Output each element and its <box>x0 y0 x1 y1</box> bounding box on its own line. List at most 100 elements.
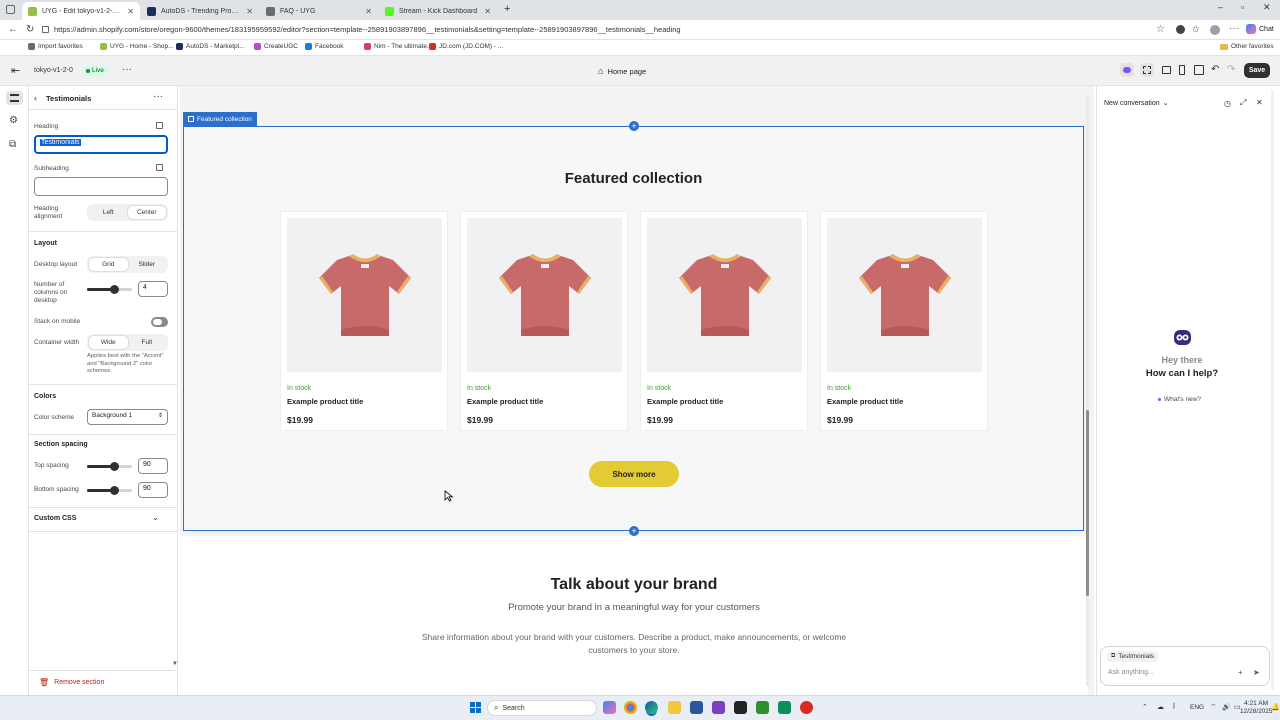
tray-cloud-icon[interactable]: ☁ <box>1157 703 1164 711</box>
close-tab-icon[interactable]: ✕ <box>365 7 372 16</box>
bottom-spacing-input[interactable]: 90 <box>138 482 168 498</box>
bookmark-item[interactable]: CreateUGC <box>254 43 298 50</box>
product-image[interactable] <box>647 218 802 372</box>
profile-avatar[interactable] <box>1210 25 1220 35</box>
terminal-app-icon[interactable] <box>734 701 747 714</box>
add-attachment-icon[interactable]: + <box>1238 668 1243 677</box>
close-tab-icon[interactable]: ✕ <box>484 7 491 16</box>
favorites-icon[interactable]: ✩ <box>1192 24 1200 35</box>
brand-section[interactable] <box>180 536 1088 695</box>
browser-tab[interactable]: UYG - Edit tokyo-v1-2-0 · Shopify ✕ <box>22 2 140 20</box>
custom-css-toggle[interactable]: Custom CSS <box>34 515 76 522</box>
bookmark-item[interactable]: JD.com (JD.COM) - ... <box>429 43 503 50</box>
language-indicator[interactable]: ENG <box>1190 704 1204 711</box>
back-arrow-icon[interactable]: ‹ <box>34 93 37 103</box>
minimize-icon[interactable]: – <box>1218 2 1223 12</box>
bookmark-item[interactable]: Import favorites <box>28 43 83 50</box>
chevron-down-icon[interactable]: ⌄ <box>152 513 159 522</box>
other-favorites[interactable]: Other favorites <box>1220 43 1274 50</box>
browser-tab[interactable]: Stream - Kick Dashboard ✕ <box>379 2 497 20</box>
mobile-preview-icon[interactable] <box>1179 65 1185 75</box>
bookmark-item[interactable]: Facebook <box>305 43 344 50</box>
bookmark-item[interactable]: UYG - Home - Shop... <box>100 43 174 50</box>
product-title[interactable]: Example product title <box>467 397 543 406</box>
add-section-below-button[interactable]: + <box>629 526 639 536</box>
canvas-scrollbar-track[interactable] <box>1086 96 1089 686</box>
panel-more-icon[interactable]: ··· <box>153 91 163 102</box>
close-tab-icon[interactable]: ✕ <box>246 7 253 16</box>
product-card[interactable]: In stock Example product title $19.99 <box>460 211 628 431</box>
browser-menu-icon[interactable]: ··· <box>1229 23 1239 34</box>
exit-icon[interactable]: ⇤ <box>11 64 20 77</box>
close-icon[interactable]: ✕ <box>1256 98 1263 107</box>
new-tab-button[interactable]: + <box>504 3 510 15</box>
extension-icon[interactable] <box>1176 25 1185 34</box>
chrome-app-icon[interactable] <box>624 701 637 714</box>
notes-app-icon[interactable] <box>778 701 791 714</box>
file-explorer-icon[interactable] <box>668 701 681 714</box>
app-icon[interactable] <box>756 701 769 714</box>
redo-icon[interactable]: ↷ <box>1227 64 1235 75</box>
alignment-left-option[interactable]: Left <box>89 206 128 219</box>
heading-input[interactable]: Testimonials <box>34 135 168 154</box>
close-tab-icon[interactable]: ✕ <box>127 7 134 16</box>
show-more-button[interactable]: Show more <box>589 461 679 487</box>
windows-start-icon[interactable] <box>470 702 481 713</box>
apps-icon[interactable]: ⧉ <box>9 139 16 150</box>
url-field[interactable]: https://admin.shopify.com/store/oregon-9… <box>54 25 681 34</box>
columns-slider-knob[interactable] <box>110 285 119 294</box>
product-image[interactable] <box>287 218 442 372</box>
container-wide-option[interactable]: Wide <box>89 336 128 349</box>
alignment-center-option[interactable]: Center <box>127 206 166 219</box>
edge-app-icon[interactable] <box>645 701 658 714</box>
photos-app-icon[interactable] <box>712 701 725 714</box>
container-full-option[interactable]: Full <box>128 336 167 349</box>
whats-new-link[interactable]: What's new? <box>1158 396 1201 403</box>
copilot-app-icon[interactable] <box>603 701 616 714</box>
product-card[interactable]: In stock Example product title $19.99 <box>640 211 808 431</box>
notification-bell-icon[interactable]: 🔔 <box>1271 703 1280 711</box>
more-actions-icon[interactable]: ··· <box>122 64 132 75</box>
volume-icon[interactable]: 🔊 <box>1222 703 1231 711</box>
taskbar-search[interactable]: ⌕ Search <box>487 700 597 716</box>
send-icon[interactable]: ➤ <box>1253 668 1260 677</box>
browser-tab[interactable]: FAQ - UYG ✕ <box>260 2 378 20</box>
save-button[interactable]: Save <box>1244 63 1270 78</box>
favorite-star-icon[interactable]: ☆ <box>1156 24 1165 35</box>
wifi-icon[interactable]: ⌔ <box>1210 703 1217 712</box>
back-icon[interactable]: ← <box>8 24 18 35</box>
clock[interactable]: 4:21 AM 12/28/2025 <box>1240 700 1273 716</box>
assistant-input[interactable]: Ask anything... <box>1108 669 1154 676</box>
theme-settings-icon[interactable]: ⚙ <box>9 115 18 126</box>
history-icon[interactable]: ◷ <box>1224 99 1231 108</box>
scroll-down-arrow-icon[interactable]: ▼ <box>172 661 178 667</box>
tray-chevron-icon[interactable]: ⌃ <box>1142 703 1148 711</box>
desktop-preview-icon[interactable] <box>1162 66 1171 74</box>
canvas-scrollbar-thumb[interactable] <box>1086 410 1089 596</box>
product-title[interactable]: Example product title <box>287 397 363 406</box>
layout-grid-option[interactable]: Grid <box>89 258 128 271</box>
product-card[interactable]: In stock Example product title $19.99 <box>280 211 448 431</box>
top-spacing-knob[interactable] <box>110 462 119 471</box>
workspaces-icon[interactable] <box>6 5 15 14</box>
product-card[interactable]: In stock Example product title $19.99 <box>820 211 988 431</box>
close-window-icon[interactable]: ✕ <box>1263 2 1271 13</box>
add-section-above-button[interactable]: + <box>629 121 639 131</box>
bottom-spacing-knob[interactable] <box>110 486 119 495</box>
product-title[interactable]: Example product title <box>827 397 903 406</box>
columns-input[interactable]: 4 <box>138 281 168 297</box>
refresh-icon[interactable]: ↻ <box>26 24 34 35</box>
color-scheme-select[interactable]: Background 1 ⇕ <box>87 409 168 425</box>
page-selector[interactable]: ⌂ Home page <box>598 66 646 76</box>
browser-tab[interactable]: AutoDS - Trending Products ✕ <box>141 2 259 20</box>
context-chip[interactable]: ⧉ Testimonials <box>1107 651 1159 662</box>
dynamic-source-icon[interactable] <box>156 164 163 171</box>
product-image[interactable] <box>467 218 622 372</box>
bookmark-item[interactable]: AutoDS - Marketpl... <box>176 43 245 50</box>
conversation-selector[interactable]: New conversation ⌄ <box>1104 99 1169 108</box>
dynamic-source-icon[interactable] <box>156 122 163 129</box>
expand-icon[interactable]: ⤢ <box>1240 98 1246 108</box>
maximize-icon[interactable]: ▫ <box>1241 2 1244 12</box>
tray-bluetooth-icon[interactable]: ᛒ <box>1172 703 1176 710</box>
product-image[interactable] <box>827 218 982 372</box>
